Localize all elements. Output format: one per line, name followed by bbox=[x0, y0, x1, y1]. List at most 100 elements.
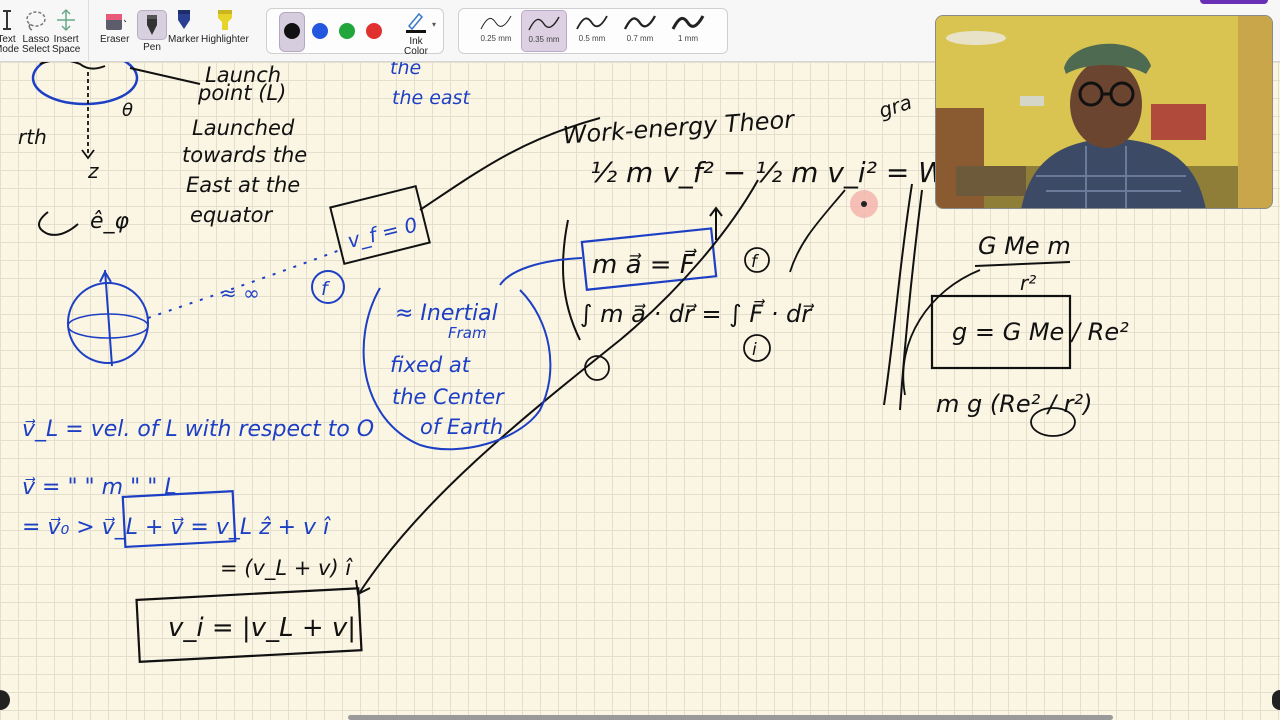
launch-line-5: East at the bbox=[186, 173, 300, 197]
thickness-label: 0.7 mm bbox=[626, 34, 654, 43]
blue-note-1: the bbox=[390, 62, 421, 79]
thickness-label: 0.5 mm bbox=[578, 34, 606, 43]
earth-sketch-top bbox=[31, 62, 201, 160]
inertial-line-5: of Earth bbox=[420, 415, 503, 439]
inertial-line-2: Fram bbox=[448, 324, 487, 342]
laser-pointer-dot bbox=[861, 201, 867, 207]
bracket-curve bbox=[562, 219, 581, 341]
thickness-label: 0.25 mm bbox=[480, 34, 512, 43]
chevron-down-icon[interactable]: ▾ bbox=[432, 20, 436, 29]
north-label: rth bbox=[18, 125, 47, 149]
lasso-select-tool[interactable]: Lasso Select bbox=[22, 8, 50, 55]
color-swatch-blue[interactable] bbox=[312, 23, 328, 39]
person-face bbox=[1070, 60, 1142, 148]
launch-line-2: point (L) bbox=[197, 81, 286, 105]
work-energy-title: Work-energy Theor bbox=[562, 105, 797, 149]
vi-text: v_i = |v_L + v| bbox=[168, 613, 356, 643]
e-phi-label: ê_φ bbox=[90, 209, 130, 234]
g-definition-text: g = G Me / Re² bbox=[952, 318, 1129, 346]
thickness-label: 1 mm bbox=[678, 34, 698, 43]
launch-line-3: Launched bbox=[192, 116, 295, 140]
color-swatch-black[interactable] bbox=[284, 23, 300, 39]
thickness-option-1[interactable]: 1 mm bbox=[665, 10, 711, 52]
stroke-sample-icon bbox=[671, 15, 705, 30]
integral-equation: ∫ m a⃗ · dr⃗ = ∫ F⃗ · dr⃗ bbox=[580, 299, 815, 328]
thickness-label: 0.35 mm bbox=[528, 35, 560, 44]
vertical-bar-1 bbox=[883, 183, 913, 406]
thickness-option-05[interactable]: 0.5 mm bbox=[569, 10, 615, 52]
stroke-sample-icon bbox=[623, 15, 657, 30]
eraser-tool[interactable]: Eraser bbox=[100, 8, 129, 45]
horizontal-scrollbar[interactable] bbox=[348, 715, 1113, 720]
ink-color-icon bbox=[406, 12, 426, 33]
approx-infinity-label: ≈ ∞ bbox=[220, 281, 260, 305]
v0-definition: = v⃗₀ > v⃗_L + v⃗ = v_L ẑ + v î bbox=[22, 515, 331, 540]
rotation-arrow bbox=[38, 211, 79, 236]
launch-line-4: towards the bbox=[182, 143, 307, 167]
eraser-label: Eraser bbox=[100, 34, 130, 45]
eraser-icon bbox=[105, 14, 127, 30]
ink-color-tool[interactable]: Ink Color bbox=[404, 10, 428, 57]
pen-tool[interactable]: Pen bbox=[137, 10, 167, 53]
right-edge-handle bbox=[1272, 690, 1280, 710]
text-mode-label: Text Mode bbox=[0, 34, 20, 55]
stroke-sample-icon bbox=[528, 16, 560, 31]
pen-label: Pen bbox=[143, 42, 161, 53]
launch-notes: Launch point (L) Launched towards the Ea… bbox=[182, 63, 307, 227]
pen-icon bbox=[147, 15, 157, 35]
webcam-overlay[interactable] bbox=[935, 15, 1273, 209]
poster-shape bbox=[1151, 104, 1206, 140]
text-mode-tool[interactable]: Text Mode bbox=[0, 8, 19, 55]
highlighter-label: Highlighter bbox=[201, 34, 249, 45]
color-swatch-red[interactable] bbox=[366, 23, 382, 39]
work-energy-equation: ½ m v_f² − ½ m v_i² = W_if bbox=[590, 156, 982, 189]
vL-definition: v⃗_L = vel. of L with respect to O bbox=[22, 417, 374, 442]
gmem-label: G Me m bbox=[978, 232, 1071, 260]
toolbar-divider bbox=[88, 0, 89, 62]
marker-icon bbox=[177, 10, 190, 29]
lower-limit-label: i bbox=[752, 340, 757, 360]
lower-limit-circle bbox=[743, 334, 771, 362]
mg-expression: m g (Re² / r²) bbox=[936, 390, 1093, 418]
insert-space-label: Insert Space bbox=[52, 34, 81, 55]
lasso-icon bbox=[26, 11, 46, 31]
window-accent-bar bbox=[1200, 0, 1268, 4]
inertial-line-1: ≈ Inertial bbox=[395, 301, 498, 326]
webcam-feed bbox=[936, 16, 1272, 208]
lasso-select-label: Lasso Select bbox=[22, 34, 50, 55]
highlighter-icon bbox=[217, 10, 232, 30]
marker-tool[interactable]: Marker bbox=[168, 8, 199, 45]
highlighter-tool[interactable]: Highlighter bbox=[201, 8, 249, 45]
color-swatch-green[interactable] bbox=[339, 23, 355, 39]
z-axis-label: z bbox=[87, 159, 99, 183]
f-circle bbox=[311, 270, 345, 304]
insert-space-tool[interactable]: Insert Space bbox=[52, 8, 80, 55]
thickness-option-035[interactable]: 0.35 mm bbox=[521, 10, 567, 52]
r-squared-label: r² bbox=[1020, 271, 1036, 295]
thickness-option-025[interactable]: 0.25 mm bbox=[473, 10, 519, 52]
fraction-bar bbox=[974, 261, 1071, 267]
stroke-sample-icon bbox=[480, 15, 512, 30]
upper-limit-circle bbox=[744, 247, 770, 273]
inertial-line-4: the Center bbox=[392, 385, 505, 409]
text-cursor-icon bbox=[2, 10, 11, 30]
insert-space-icon bbox=[57, 8, 76, 32]
upper-limit-label: f bbox=[751, 252, 760, 272]
v0-line-2: = (v_L + v) î bbox=[220, 556, 353, 581]
earth-sketch bbox=[67, 269, 149, 367]
thickness-option-07[interactable]: 0.7 mm bbox=[617, 10, 663, 52]
arrow-inertial bbox=[499, 257, 583, 286]
launch-line-6: equator bbox=[190, 203, 274, 227]
arrow-to-wif bbox=[789, 189, 846, 273]
gra-label: gra bbox=[876, 90, 915, 123]
f-label: f bbox=[321, 278, 331, 300]
newton-law-text: m a⃗ = F⃗ bbox=[592, 248, 697, 280]
marker-label: Marker bbox=[168, 34, 200, 45]
blue-note-2: the east bbox=[392, 87, 471, 109]
ink-color-label: Ink Color bbox=[404, 36, 428, 57]
pen-selected-bg bbox=[137, 10, 167, 40]
theta-label: θ bbox=[122, 100, 133, 121]
stroke-sample-icon bbox=[576, 15, 608, 30]
inertial-line-3: fixed at bbox=[390, 353, 471, 377]
ceiling-fan bbox=[946, 31, 1006, 45]
